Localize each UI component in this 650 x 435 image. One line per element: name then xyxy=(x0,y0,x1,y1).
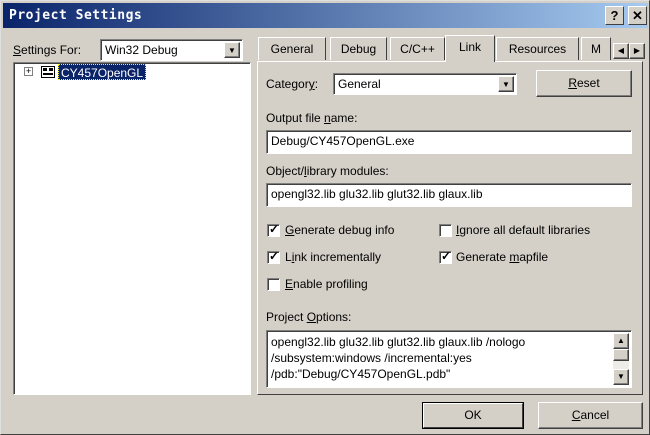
tab-link[interactable]: Link xyxy=(445,35,495,62)
cancel-button[interactable]: Cancel xyxy=(538,402,643,429)
settings-for-combo[interactable]: Win32 Debug ▼ xyxy=(100,39,243,61)
generate-mapfile-label[interactable]: Generate mapfile xyxy=(456,250,548,264)
vertical-scrollbar[interactable]: ▲ ▼ xyxy=(613,333,629,385)
enable-profiling-checkbox[interactable] xyxy=(267,278,280,291)
tab-debug[interactable]: Debug xyxy=(330,37,387,60)
category-label: Category: xyxy=(266,77,319,91)
modules-input[interactable]: opengl32.lib glu32.lib glut32.lib glaux.… xyxy=(266,183,632,207)
link-incrementally-label[interactable]: Link incrementally xyxy=(285,250,381,264)
settings-for-value: Win32 Debug xyxy=(105,43,178,57)
enable-profiling-label[interactable]: Enable profiling xyxy=(285,277,368,291)
settings-for-label: Settings For: xyxy=(13,43,82,57)
tab-resources[interactable]: Resources xyxy=(496,37,579,60)
title-bar[interactable]: Project Settings ? ✕ xyxy=(3,3,648,28)
tab-general[interactable]: General xyxy=(258,37,326,60)
help-button[interactable]: ? xyxy=(605,6,624,25)
expand-icon[interactable]: + xyxy=(24,67,33,76)
project-options-line: opengl32.lib glu32.lib glut32.lib glaux.… xyxy=(271,335,526,349)
output-file-label: Output file name: xyxy=(266,111,358,125)
project-options-line: /pdb:"Debug/CY457OpenGL.pdb" xyxy=(271,367,451,381)
scroll-thumb[interactable] xyxy=(613,349,629,361)
link-incrementally-checkbox[interactable]: ✓ xyxy=(267,249,280,264)
chevron-down-icon[interactable]: ▼ xyxy=(498,76,514,92)
modules-label: Object/library modules: xyxy=(266,164,389,178)
generate-mapfile-checkbox[interactable]: ✓ xyxy=(439,249,452,264)
chevron-down-icon[interactable]: ▼ xyxy=(224,42,240,58)
reset-button[interactable]: Reset xyxy=(536,70,632,97)
project-icon xyxy=(41,66,55,78)
project-options-line: /subsystem:windows /incremental:yes xyxy=(271,351,472,365)
tab-more[interactable]: M xyxy=(581,37,611,60)
scroll-down-icon[interactable]: ▼ xyxy=(613,369,629,385)
close-button[interactable]: ✕ xyxy=(628,6,647,25)
output-file-input[interactable]: Debug/CY457OpenGL.exe xyxy=(266,130,632,154)
project-options-label: Project Options: xyxy=(266,310,352,324)
ignore-default-libs-checkbox[interactable] xyxy=(439,224,452,237)
generate-debug-checkbox[interactable]: ✓ xyxy=(267,222,280,237)
window-title: Project Settings xyxy=(9,8,143,23)
ok-button[interactable]: OK xyxy=(422,402,524,429)
project-options-textarea[interactable]: opengl32.lib glu32.lib glut32.lib glaux.… xyxy=(266,330,632,388)
generate-debug-label[interactable]: Generate debug info xyxy=(285,223,394,237)
tab-scroll-left-icon[interactable]: ◀ xyxy=(613,43,629,59)
ignore-default-libs-label[interactable]: Ignore all default libraries xyxy=(456,223,590,237)
project-tree[interactable]: + CY457OpenGL xyxy=(13,62,251,395)
category-combo[interactable]: General ▼ xyxy=(333,73,517,95)
ok-label: OK xyxy=(464,408,482,422)
category-value: General xyxy=(338,77,381,91)
tree-item-project[interactable]: CY457OpenGL xyxy=(58,64,147,80)
tab-scroll-right-icon[interactable]: ▶ xyxy=(629,43,645,59)
scroll-up-icon[interactable]: ▲ xyxy=(613,333,629,349)
project-settings-window: Project Settings ? ✕ Settings For: Win32… xyxy=(0,0,650,435)
tab-cpp[interactable]: C/C++ xyxy=(390,37,445,60)
